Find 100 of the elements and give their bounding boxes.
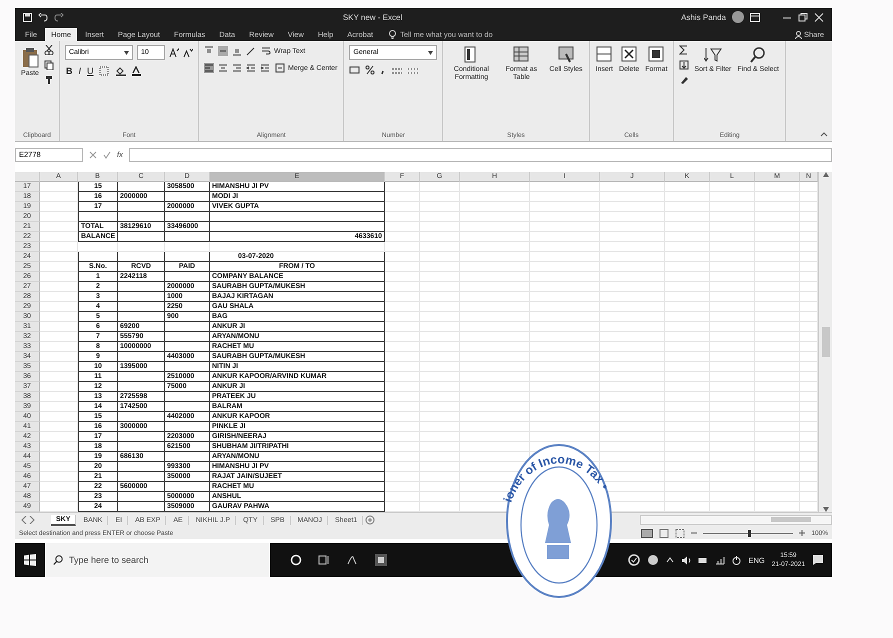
table-cell — [665, 462, 710, 472]
scrollbar-thumb[interactable] — [822, 327, 830, 357]
table-cell — [600, 342, 665, 352]
table-cell — [385, 322, 420, 332]
undo-icon[interactable] — [38, 12, 48, 22]
font-color-icon[interactable] — [130, 66, 143, 76]
pdf-app-icon[interactable] — [346, 554, 358, 566]
zoom-in-icon[interactable] — [799, 530, 806, 536]
table-cell — [710, 282, 755, 292]
table-cell — [385, 282, 420, 292]
zoom-slider-thumb[interactable] — [748, 530, 752, 536]
align-center-icon[interactable] — [218, 63, 228, 73]
close-icon[interactable] — [814, 12, 824, 22]
table-cell — [530, 262, 600, 272]
lightbulb-icon[interactable] — [389, 30, 396, 39]
chevron-up-icon[interactable] — [666, 557, 674, 563]
currency-icon[interactable] — [349, 65, 362, 75]
ribbon-display-icon[interactable] — [750, 12, 760, 22]
add-sheet-icon[interactable] — [365, 515, 376, 525]
table-cell — [385, 462, 420, 472]
decrease-indent-icon[interactable] — [246, 63, 256, 73]
normal-view-icon[interactable] — [641, 528, 654, 538]
table-cell — [40, 262, 78, 272]
power-icon[interactable] — [732, 556, 742, 564]
table-cell — [755, 362, 800, 372]
page-layout-view-icon[interactable] — [659, 528, 670, 538]
table-cell — [600, 412, 665, 422]
grow-font-icon[interactable] — [169, 48, 179, 58]
copy-icon[interactable] — [44, 60, 54, 70]
fill-icon[interactable] — [679, 60, 690, 70]
table-cell — [460, 432, 530, 442]
autosum-icon[interactable] — [679, 45, 690, 55]
windows-start-icon[interactable] — [24, 554, 36, 566]
align-left-icon[interactable] — [204, 63, 214, 73]
scissors-icon[interactable] — [44, 45, 54, 55]
table-cell — [710, 352, 755, 362]
table-cell — [665, 192, 710, 202]
eraser-icon[interactable] — [679, 75, 690, 85]
redo-icon[interactable] — [54, 12, 64, 22]
task-view-icon[interactable] — [318, 554, 330, 566]
collapse-ribbon-icon[interactable] — [820, 132, 828, 137]
table-cell — [755, 242, 800, 252]
formula-input[interactable] — [128, 148, 832, 162]
app-tray-icon[interactable] — [628, 554, 640, 566]
save-icon[interactable] — [23, 12, 32, 22]
vertical-scrollbar[interactable] — [818, 172, 832, 512]
table-cell — [420, 292, 460, 302]
globe-tray-icon[interactable] — [647, 554, 660, 566]
percent-icon[interactable] — [365, 65, 376, 75]
battery-icon[interactable] — [698, 556, 708, 564]
table-cell — [118, 472, 165, 482]
orientation-icon[interactable] — [246, 46, 256, 56]
borders-icon[interactable] — [98, 66, 111, 76]
align-middle-icon[interactable] — [218, 46, 228, 56]
table-cell — [40, 442, 78, 452]
table-cell — [165, 482, 210, 492]
table-cell — [710, 192, 755, 202]
cortana-circle-icon[interactable] — [290, 554, 302, 566]
format-painter-icon[interactable] — [44, 75, 54, 85]
scrollbar-thumb[interactable] — [771, 517, 811, 522]
next-sheet-icon[interactable] — [29, 516, 35, 524]
table-cell — [710, 322, 755, 332]
table-cell — [665, 292, 710, 302]
enter-icon[interactable] — [103, 150, 111, 158]
table-cell — [118, 492, 165, 502]
restore-icon[interactable] — [798, 12, 808, 22]
table-cell — [755, 342, 800, 352]
table-cell — [710, 492, 755, 502]
table-cell — [530, 302, 600, 312]
text-style-button[interactable]: U — [86, 65, 95, 77]
excel-app-icon[interactable] — [374, 553, 388, 567]
horizontal-scrollbar[interactable] — [640, 515, 832, 525]
user-avatar[interactable] — [732, 11, 744, 23]
align-right-icon[interactable] — [232, 63, 242, 73]
increase-indent-icon[interactable] — [260, 63, 270, 73]
fill-color-icon[interactable] — [114, 66, 127, 76]
text-style-button[interactable]: B — [65, 65, 74, 77]
notifications-icon[interactable] — [812, 554, 824, 566]
table-cell — [710, 202, 755, 212]
table-cell — [665, 302, 710, 312]
network-icon[interactable] — [715, 556, 726, 564]
table-cell — [165, 322, 210, 332]
text-style-button[interactable]: I — [78, 65, 82, 77]
table-cell — [530, 402, 600, 412]
previous-sheet-icon[interactable] — [21, 516, 27, 524]
table-cell — [665, 482, 710, 492]
page-break-view-icon[interactable] — [675, 528, 686, 538]
table-cell — [600, 362, 665, 372]
cancel-icon[interactable] — [89, 150, 97, 158]
volume-icon[interactable] — [681, 556, 692, 564]
table-cell — [530, 392, 600, 402]
zoom-out-icon[interactable] — [691, 530, 698, 536]
table-cell — [118, 252, 165, 262]
shrink-font-icon[interactable] — [183, 48, 193, 58]
table-cell — [460, 312, 530, 322]
table-cell — [165, 402, 210, 412]
table-cell — [165, 232, 210, 242]
table-cell — [710, 302, 755, 312]
table-cell — [40, 372, 78, 382]
table-cell — [40, 382, 78, 392]
